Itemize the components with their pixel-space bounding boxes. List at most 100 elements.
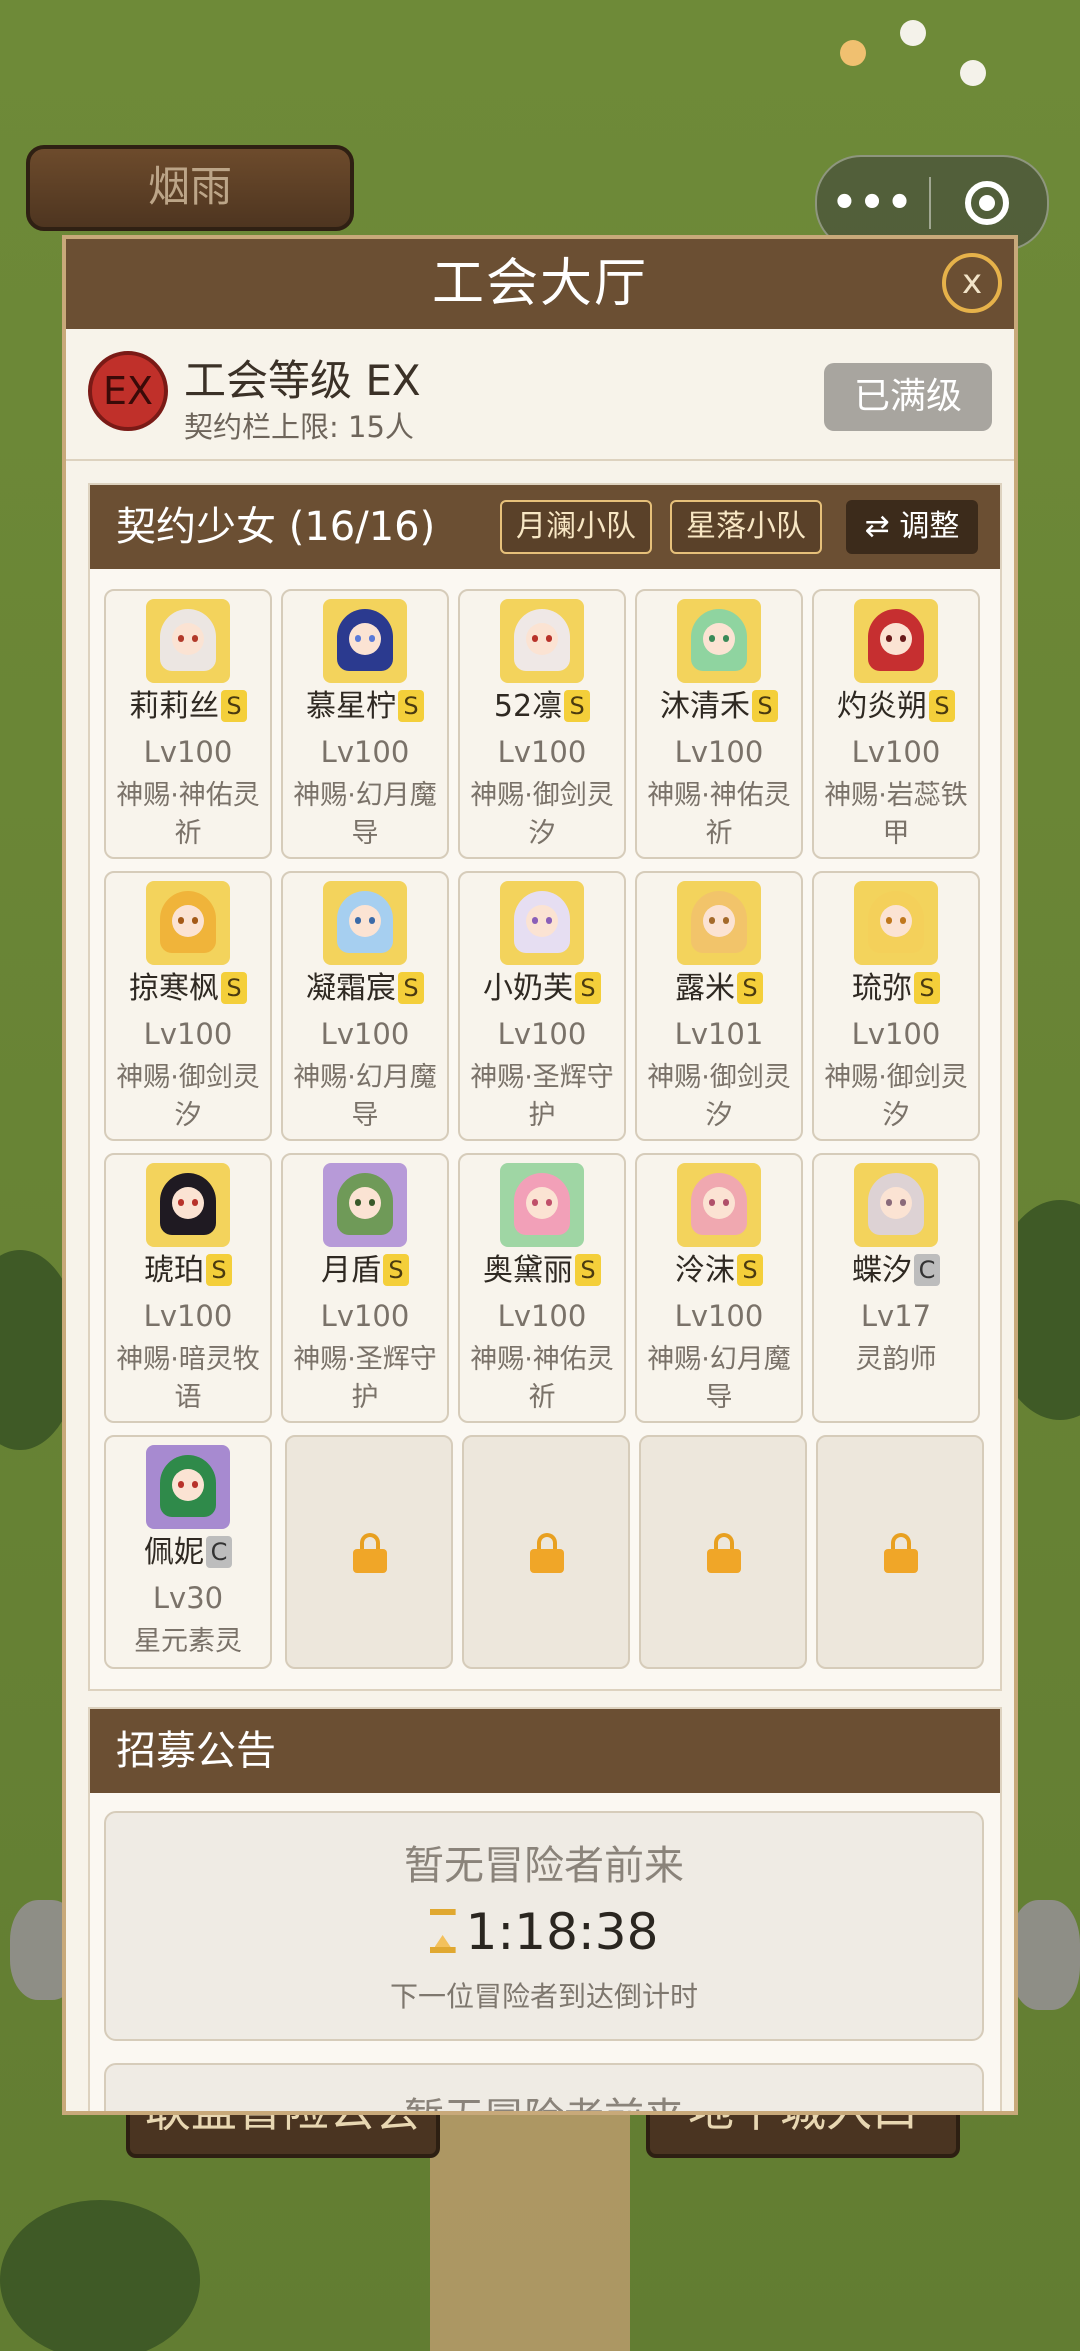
avatar-face [349,1187,381,1219]
member-name-row: 月盾 S [283,1251,447,1291]
avatar-eye [900,1199,906,1206]
member-class: 神赐·御剑灵汐 [470,780,614,849]
member-name-row: 小奶芙 S [460,969,624,1009]
member-level: Lv100 [851,1017,941,1051]
roster-section: 契约少女 (16/16) 月澜小队 星落小队 ⇄ 调整 莉莉丝 S Lv100 神赐·… [88,483,1002,1691]
avatar-eye [178,917,184,924]
member-name: 蝶汐 [852,1253,912,1288]
avatar-eye [532,917,538,924]
character-avatar [500,881,584,965]
avatar-eye [355,917,361,924]
member-level: Lv100 [143,1299,233,1333]
character-avatar [854,881,938,965]
member-class: 神赐·神佑灵祈 [116,780,260,849]
member-card[interactable]: 月盾 S Lv100 神赐·圣辉守护 [281,1153,449,1423]
modal-header: 工会大厅 x [66,239,1014,329]
member-card[interactable]: 琥珀 S Lv100 神赐·暗灵牧语 [104,1153,272,1423]
roster-title: 契约少女 (16/16) [116,504,436,550]
member-level: Lv17 [860,1299,932,1333]
avatar-eye [900,917,906,924]
member-card[interactable]: 蝶汐 C Lv17 灵韵师 [812,1153,980,1423]
rank-badge: S [737,972,763,1004]
team-xingluo-button[interactable]: 星落小队 [670,500,822,554]
member-level: Lv100 [497,735,587,769]
member-card[interactable]: 露米 S Lv101 神赐·御剑灵汐 [635,871,803,1141]
member-card[interactable]: 52凛 S Lv100 神赐·御剑灵汐 [458,589,626,859]
member-card[interactable]: 凝霜宸 S Lv100 神赐·幻月魔导 [281,871,449,1141]
member-card[interactable]: 佩妮 C Lv30 星元素灵 [104,1435,272,1669]
member-name: 凝霜宸 [306,971,396,1006]
member-card[interactable]: 小奶芙 S Lv100 神赐·圣辉守护 [458,871,626,1141]
more-dots-icon[interactable]: ••• [817,180,929,226]
character-avatar [500,1163,584,1247]
character-avatar [677,881,761,965]
member-card[interactable]: 琉弥 S Lv100 神赐·御剑灵汐 [812,871,980,1141]
member-class: 神赐·神佑灵祈 [470,1344,614,1413]
avatar-eye [369,635,375,642]
avatar-face [172,905,204,937]
member-name: 泠沫 [675,1253,735,1288]
avatar-eye [369,917,375,924]
member-card[interactable]: 灼炎朔 S Lv100 神赐·岩蕊铁甲 [812,589,980,859]
character-avatar [854,599,938,683]
member-name-row: 莉莉丝 S [106,687,270,727]
lock-icon [353,1533,387,1573]
avatar-eye [546,635,552,642]
member-name-row: 琉弥 S [814,969,978,1009]
close-button[interactable]: x [942,253,1002,313]
avatar-face [526,905,558,937]
locked-slot[interactable] [816,1435,984,1669]
member-card[interactable]: 沐清禾 S Lv100 神赐·神佑灵祈 [635,589,803,859]
member-name-row: 凝霜宸 S [283,969,447,1009]
member-name-row: 慕星柠 S [283,687,447,727]
member-level: Lv100 [320,735,410,769]
adjust-button[interactable]: ⇄ 调整 [846,500,978,554]
member-name: 小奶芙 [483,971,573,1006]
member-card[interactable]: 慕星柠 S Lv100 神赐·幻月魔导 [281,589,449,859]
lock-icon [707,1533,741,1573]
avatar-face [349,905,381,937]
member-card[interactable]: 掠寒枫 S Lv100 神赐·御剑灵汐 [104,871,272,1141]
member-name: 奥黛丽 [483,1253,573,1288]
rank-badge: S [383,1254,409,1286]
member-class: 神赐·神佑灵祈 [647,780,791,849]
avatar-eye [532,1199,538,1206]
member-name: 灼炎朔 [837,689,927,724]
avatar-eye [546,1199,552,1206]
avatar-eye [723,917,729,924]
locked-slot[interactable] [285,1435,453,1669]
member-card[interactable]: 莉莉丝 S Lv100 神赐·神佑灵祈 [104,589,272,859]
rank-badge: S [929,690,955,722]
avatar-eye [355,1199,361,1206]
member-name: 佩妮 [144,1535,204,1570]
avatar-face [526,1187,558,1219]
avatar-eye [178,635,184,642]
member-name: 掠寒枫 [129,971,219,1006]
max-level-button[interactable]: 已满级 [824,363,992,431]
avatar-eye [709,1199,715,1206]
avatar-face [349,623,381,655]
guild-hall-modal: 工会大厅 x EX 工会等级 EX 契约栏上限: 15人 已满级 契约少女 (1… [62,235,1018,2115]
member-class: 星元素灵 [134,1626,242,1657]
ex-badge-icon: EX [88,351,168,431]
member-class: 神赐·御剑灵汐 [824,1062,968,1131]
member-card[interactable]: 泠沫 S Lv100 神赐·幻月魔导 [635,1153,803,1423]
member-name-row: 泠沫 S [637,1251,801,1291]
locked-slot[interactable] [462,1435,630,1669]
team-yuelan-button[interactable]: 月澜小队 [500,500,652,554]
avatar-eye [178,1481,184,1488]
avatar-face [172,623,204,655]
timer-row: 1:18:38 [106,1903,982,1961]
avatar-eye [532,635,538,642]
member-class: 神赐·幻月魔导 [293,1062,437,1131]
member-level: Lv100 [674,1299,764,1333]
member-class: 神赐·暗灵牧语 [116,1344,260,1413]
locked-slot[interactable] [639,1435,807,1669]
member-class: 神赐·圣辉守护 [470,1062,614,1131]
rank-badge: C [914,1254,940,1286]
recruit-title: 招募公告 [116,1728,276,1774]
member-name: 露米 [675,971,735,1006]
member-class: 神赐·御剑灵汐 [116,1062,260,1131]
member-card[interactable]: 奥黛丽 S Lv100 神赐·神佑灵祈 [458,1153,626,1423]
target-icon[interactable] [931,181,1043,225]
